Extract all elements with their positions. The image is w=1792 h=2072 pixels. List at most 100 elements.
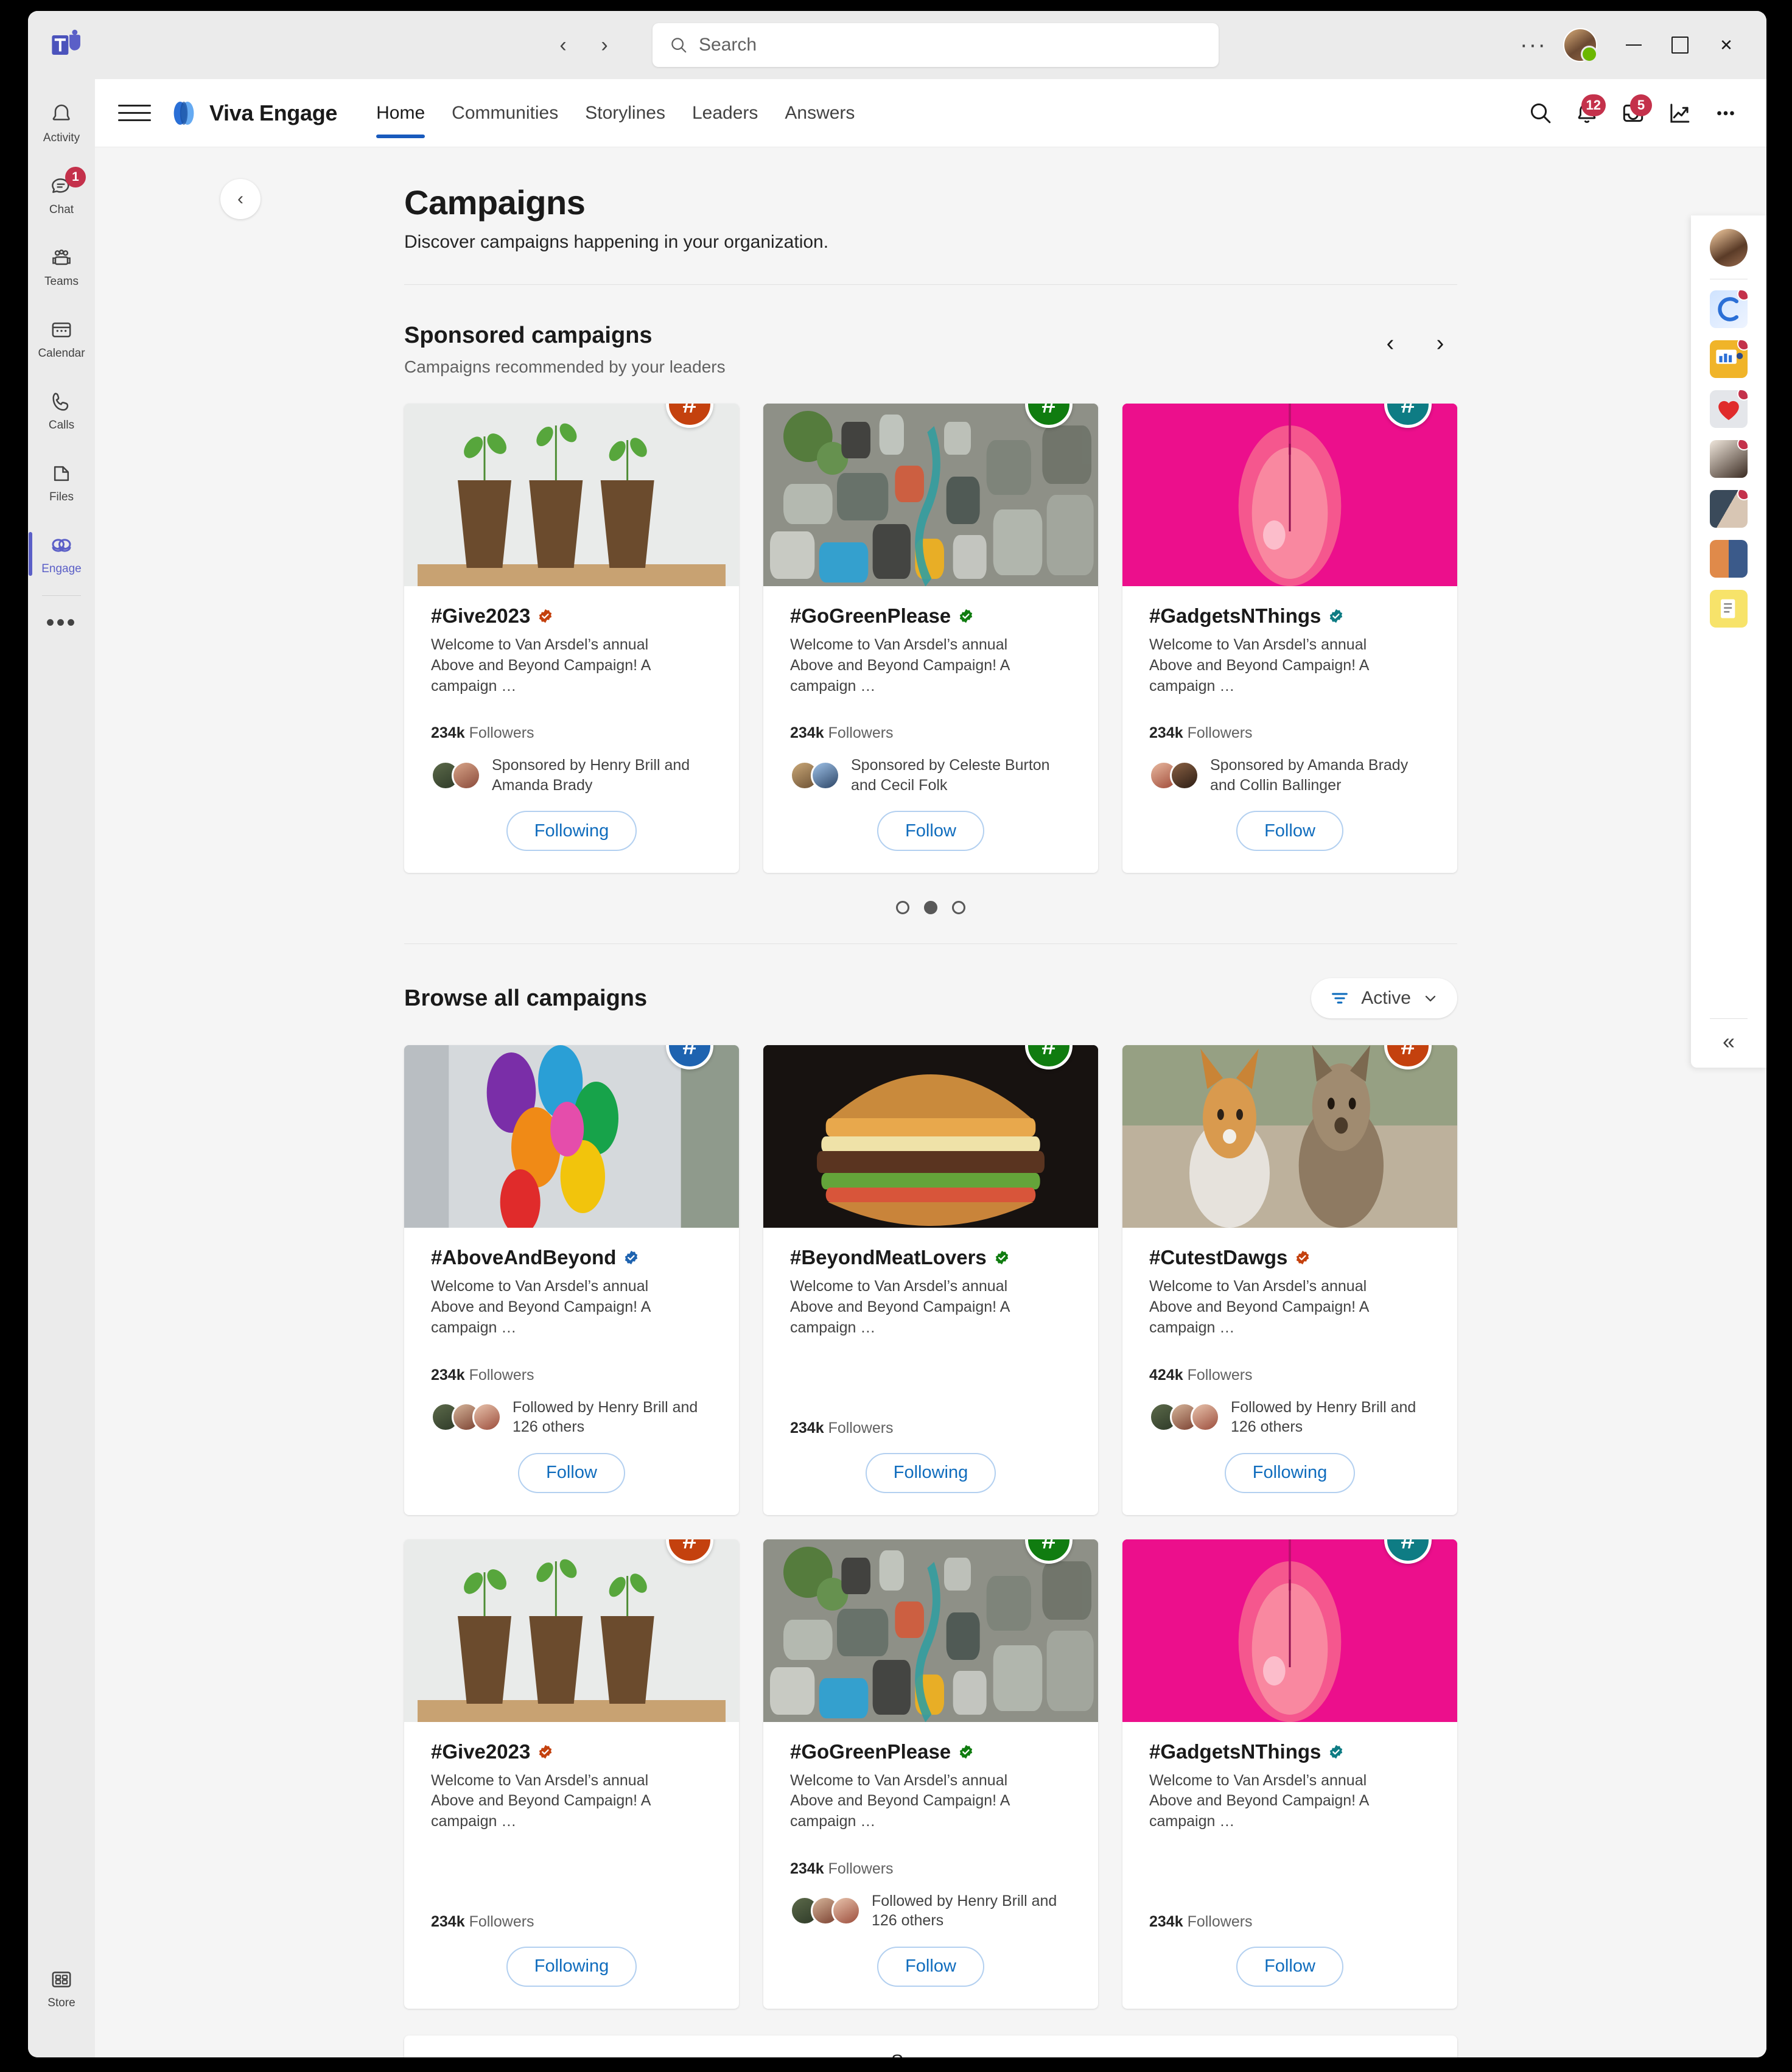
notes-app-icon[interactable] — [1710, 590, 1748, 628]
follow-button[interactable]: Follow — [877, 1946, 984, 1987]
sidebar-item-chat[interactable]: 1 Chat — [31, 159, 92, 230]
people-app-icon[interactable] — [1710, 440, 1748, 478]
carousel-dot-active[interactable] — [924, 901, 937, 915]
followers-count: 234k Followers — [1149, 1913, 1430, 1931]
filter-dropdown[interactable]: Active — [1311, 978, 1457, 1019]
avatar — [1170, 760, 1199, 790]
search-input[interactable]: Search — [653, 23, 1219, 67]
content-scroll-area[interactable]: ‹ Campaigns Discover campaigns happening… — [95, 147, 1766, 2057]
carousel-dot[interactable] — [952, 901, 965, 915]
follow-button[interactable]: Follow — [1236, 1946, 1343, 1987]
sidebar-item-activity[interactable]: Activity — [31, 88, 92, 158]
campaign-card[interactable]: # #GadgetsNThings Welcome to Van Arsdel’… — [1122, 404, 1457, 873]
notifications-bell-icon[interactable]: 12 — [1567, 93, 1607, 133]
sponsors-text: Sponsored by Henry Brill and Amanda Brad… — [492, 757, 690, 794]
followers-label: Followers — [828, 724, 894, 742]
more-horizontal-icon[interactable] — [1706, 93, 1746, 133]
sidebar-item-label: Files — [49, 491, 74, 503]
divider — [1710, 1018, 1748, 1019]
viva-connections-icon[interactable] — [1710, 290, 1748, 328]
search-icon[interactable] — [1521, 93, 1561, 133]
verified-icon — [1330, 609, 1343, 623]
followers-number: 234k — [790, 1419, 824, 1437]
sidebar-item-label: Teams — [44, 275, 79, 288]
campaign-title-row: #GadgetsNThings — [1149, 1740, 1430, 1763]
campaign-card[interactable]: # #Give2023 Welcome to Van Arsdel’s annu… — [404, 404, 739, 873]
analytics-icon[interactable] — [1659, 93, 1699, 133]
campaign-card[interactable]: # #GoGreenPlease Welcome to Van Arsdel’s… — [763, 1539, 1098, 2009]
follow-button[interactable]: Following — [506, 1946, 637, 1987]
sidebar-item-store[interactable]: Store — [31, 1953, 92, 2023]
follow-button[interactable]: Follow — [1236, 811, 1343, 852]
tab-answers[interactable]: Answers — [771, 79, 868, 147]
carousel-prev-button[interactable]: ‹ — [1373, 326, 1407, 360]
avatar — [472, 1402, 502, 1432]
follow-button[interactable]: Following — [506, 811, 637, 852]
follow-button[interactable]: Follow — [877, 811, 984, 852]
close-button[interactable]: ✕ — [1703, 26, 1749, 64]
window-more-button[interactable]: ··· — [1512, 32, 1555, 58]
tab-leaders[interactable]: Leaders — [679, 79, 771, 147]
status-badge: 5 — [1630, 94, 1652, 116]
followers-label: Followers — [469, 724, 534, 742]
forward-button[interactable]: › — [587, 27, 622, 63]
see-more-button[interactable]: See more — [404, 2035, 1457, 2057]
campaign-title: #Give2023 — [431, 1740, 531, 1763]
campaign-description: Welcome to Van Arsdel’s annual Above and… — [431, 636, 650, 695]
grid-people-app-icon[interactable] — [1710, 540, 1748, 578]
avatar[interactable] — [1710, 229, 1748, 267]
sidebar-item-calendar[interactable]: Calendar — [31, 303, 92, 374]
carousel-controls: ‹ › — [1373, 323, 1457, 360]
window-navigation: ‹ › — [545, 27, 622, 63]
sidebar-item-teams[interactable]: Teams — [31, 231, 92, 302]
followers-count: 424k Followers — [1149, 1367, 1430, 1384]
tab-storylines[interactable]: Storylines — [572, 79, 679, 147]
campaign-card[interactable]: # #GoGreenPlease Welcome to Van Arsdel’s… — [763, 404, 1098, 873]
sponsors-row: Sponsored by Henry Brill and Amanda Brad… — [431, 755, 712, 795]
inbox-icon[interactable]: 5 — [1613, 93, 1653, 133]
page-back-button[interactable]: ‹ — [220, 179, 261, 219]
praise-heart-icon[interactable] — [1710, 390, 1748, 428]
follow-button[interactable]: Following — [865, 1452, 996, 1493]
follow-button[interactable]: Following — [1224, 1452, 1356, 1493]
campaign-card[interactable]: # #GadgetsNThings Welcome to Van Arsdel’… — [1122, 1539, 1457, 2009]
sponsors-row: Sponsored by Celeste Burton and Cecil Fo… — [790, 755, 1071, 795]
tab-communities[interactable]: Communities — [438, 79, 572, 147]
tab-home[interactable]: Home — [363, 79, 438, 147]
sidebar-item-label: Store — [47, 1997, 75, 2009]
campaign-title: #GadgetsNThings — [1149, 1740, 1321, 1763]
carousel-dot[interactable] — [896, 901, 909, 915]
campaign-title-row: #GadgetsNThings — [1149, 604, 1430, 628]
sidebar-item-label: Calls — [48, 419, 75, 432]
maximize-button[interactable] — [1657, 26, 1703, 64]
viva-insights-icon[interactable] — [1710, 340, 1748, 378]
sidebar-more-apps-button[interactable]: ••• — [46, 598, 77, 647]
campaign-card[interactable]: # #AboveAndBeyond Welcome to Van Arsdel’… — [404, 1045, 739, 1515]
follow-button[interactable]: Follow — [518, 1452, 625, 1493]
campaign-card[interactable]: # #BeyondMeatLovers Welcome to Van Arsde… — [763, 1045, 1098, 1515]
campaign-title-row: #Give2023 — [431, 1740, 712, 1763]
avatar[interactable] — [1563, 28, 1598, 63]
minimize-button[interactable] — [1611, 26, 1657, 64]
hamburger-icon[interactable] — [118, 97, 151, 130]
campaign-title-row: #BeyondMeatLovers — [790, 1246, 1071, 1269]
sidebar-item-calls[interactable]: Calls — [31, 375, 92, 446]
campaign-card[interactable]: # #Give2023 Welcome to Van Arsdel’s annu… — [404, 1539, 739, 2009]
sidebar-item-files[interactable]: Files — [31, 447, 92, 517]
campaign-card[interactable]: # #CutestDawgs Welcome to Van Arsdel’s a… — [1122, 1045, 1457, 1515]
avatar — [811, 760, 840, 790]
carousel-next-button[interactable]: › — [1423, 326, 1457, 360]
campaign-title-row: #AboveAndBeyond — [431, 1246, 712, 1269]
back-button[interactable]: ‹ — [545, 27, 581, 63]
meeting-app-icon[interactable] — [1710, 490, 1748, 528]
search-placeholder: Search — [699, 35, 757, 55]
followers-label: Followers — [1187, 1366, 1253, 1384]
followers-number: 234k — [431, 1366, 465, 1384]
followers-label: Followers — [1187, 1913, 1253, 1930]
divider — [42, 595, 81, 596]
window-body: Activity 1 Chat Teams Calendar Calls Fil… — [28, 79, 1766, 2057]
collapse-panel-button[interactable]: « — [1723, 1029, 1735, 1054]
sidebar-item-engage[interactable]: Engage — [29, 519, 92, 589]
